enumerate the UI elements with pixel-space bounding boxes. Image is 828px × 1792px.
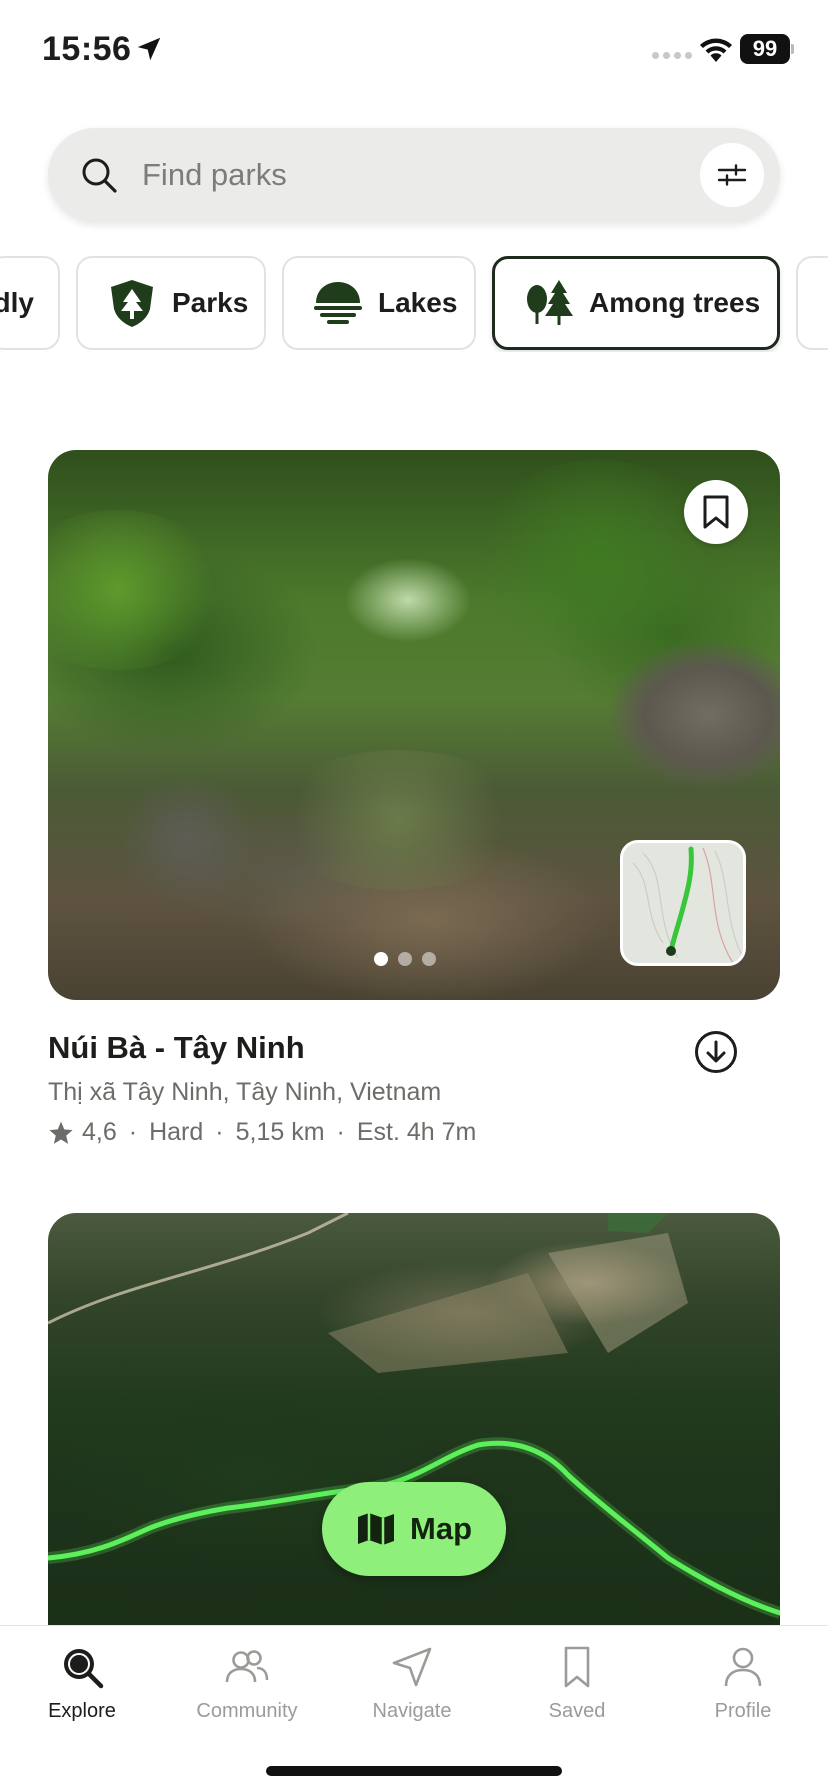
trail-meta: 4,6 · Hard · 5,15 km · Est. 4h 7m [48,1118,476,1147]
category-chip-label: Parks [172,287,249,318]
search-input[interactable] [142,152,622,198]
trees-icon [527,280,573,325]
nav-profile-label: Profile [714,1700,772,1722]
nav-community-label: Community [196,1700,298,1722]
category-chip-lakes[interactable]: Lakes [282,256,476,350]
download-icon[interactable] [694,1030,738,1074]
navigate-icon [392,1647,432,1687]
home-indicator [266,1766,562,1776]
battery-tip [791,44,794,54]
category-chips: dly Parks Lakes Among trees [0,256,828,352]
trail-location: Thị xã Tây Ninh, Tây Ninh, Vietnam [48,1078,442,1106]
pager-dot [374,952,388,966]
nav-navigate[interactable]: Navigate [337,1644,487,1723]
search-bar[interactable] [48,128,780,222]
trail-distance: 5,15 km [235,1118,325,1146]
bookmark-icon [703,495,729,529]
category-chip-label: Among trees [589,287,761,318]
nav-saved[interactable]: Saved [502,1644,652,1723]
category-chip-among-trees[interactable]: Among trees [492,256,780,350]
nav-saved-label: Saved [548,1700,606,1722]
status-bar: 15:56 99 [0,0,828,100]
location-arrow-icon [137,37,161,61]
bookmark-button[interactable] [684,480,748,544]
nav-navigate-label: Navigate [372,1700,452,1722]
star-icon [49,1121,73,1144]
category-chip-label: Lakes [378,287,458,318]
trail-photo[interactable] [48,450,780,1000]
filter-button[interactable] [700,143,764,207]
map-button-label: Map [410,1511,472,1546]
trail-name[interactable]: Núi Bà - Tây Ninh [48,1030,305,1066]
wifi-icon [700,38,732,62]
nav-profile[interactable]: Profile [668,1644,818,1723]
trail-minimap[interactable] [620,840,746,966]
battery-indicator: 99 [740,34,790,64]
cellular-signal-icon [652,52,692,59]
park-shield-icon [111,280,153,327]
pager-dot [398,952,412,966]
category-chip-label: dly [0,287,34,318]
category-chip-partial[interactable]: dly [0,256,60,350]
trail-rating: 4,6 [82,1118,117,1146]
sliders-icon [717,164,747,186]
community-icon [225,1650,269,1683]
nav-community[interactable]: Community [172,1644,322,1723]
pager-dot [422,952,436,966]
map-button[interactable]: Map [322,1482,506,1576]
photo-pager [374,952,436,966]
map-icon [358,1513,394,1545]
category-chip-parks[interactable]: Parks [76,256,266,350]
trail-estimate: Est. 4h 7m [356,1118,477,1146]
trail-route-map [623,843,743,963]
nav-explore[interactable]: Explore [7,1644,157,1723]
profile-icon [724,1647,762,1687]
saved-bookmark-icon [564,1646,590,1688]
search-icon [82,158,117,193]
trail-difficulty: Hard [149,1118,204,1146]
lake-icon [314,282,362,324]
category-chip-next[interactable] [796,256,828,350]
status-time: 15:56 [42,30,132,68]
explore-icon [64,1649,104,1689]
nav-explore-label: Explore [48,1700,116,1722]
